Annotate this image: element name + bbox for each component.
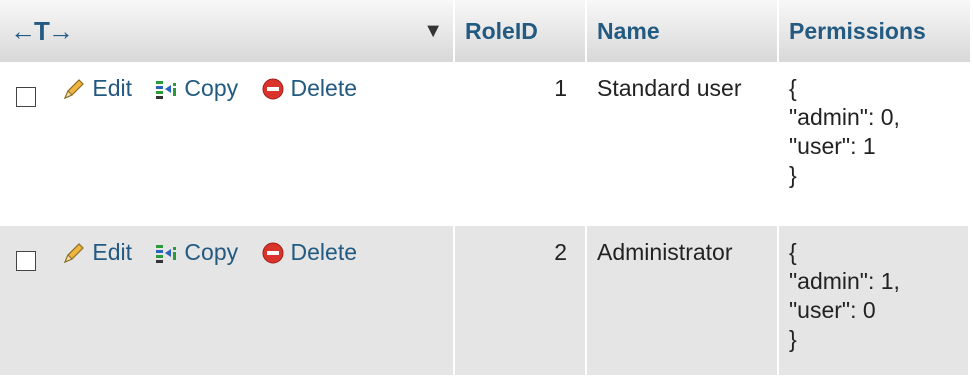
pencil-icon xyxy=(62,77,86,101)
permissions-line: { xyxy=(789,239,797,265)
column-header-permissions[interactable]: Permissions xyxy=(779,0,970,62)
results-table: ←T→ ▼ RoleID Name Permissions Edit Copy … xyxy=(0,0,970,375)
delete-label: Delete xyxy=(290,75,357,101)
permissions-line: "user": 0 xyxy=(789,297,876,323)
row-actions: Edit Copy Delete xyxy=(0,224,455,375)
table-row: Edit Copy Delete 2 Administrator {"admi… xyxy=(0,224,970,375)
permissions-line: } xyxy=(789,162,797,188)
name-cell[interactable]: Administrator xyxy=(587,224,779,375)
row-select-checkbox[interactable] xyxy=(16,86,36,107)
expand-columns-arrows[interactable]: ←T→ xyxy=(10,16,74,46)
edit-button[interactable]: Edit xyxy=(62,238,132,267)
delete-button[interactable]: Delete xyxy=(261,238,357,267)
copy-button[interactable]: Copy xyxy=(154,74,238,103)
permissions-line: "user": 1 xyxy=(789,133,876,159)
sort-options-icon[interactable]: ▼ xyxy=(423,20,443,43)
delete-label: Delete xyxy=(290,239,357,265)
permissions-line: { xyxy=(789,75,797,101)
copy-label: Copy xyxy=(184,75,239,101)
permissions-cell[interactable]: { "admin": 0, "user": 1 } xyxy=(779,62,970,224)
copy-insert-icon xyxy=(154,77,178,101)
edit-button[interactable]: Edit xyxy=(62,74,132,103)
edit-label: Edit xyxy=(92,239,133,265)
delete-icon xyxy=(261,241,285,265)
header-row: ←T→ ▼ RoleID Name Permissions xyxy=(0,0,970,62)
copy-button[interactable]: Copy xyxy=(154,238,238,267)
table-row: Edit Copy Delete 1 Standard user {"admi… xyxy=(0,62,970,224)
delete-icon xyxy=(261,77,285,101)
permissions-cell[interactable]: { "admin": 1, "user": 0 } xyxy=(779,224,970,375)
pencil-icon xyxy=(62,241,86,265)
row-select-checkbox[interactable] xyxy=(16,250,36,271)
permissions-line: "admin": 1, xyxy=(789,268,900,294)
edit-label: Edit xyxy=(92,75,133,101)
column-header-name[interactable]: Name xyxy=(587,0,779,62)
copy-label: Copy xyxy=(184,239,239,265)
column-header-roleid[interactable]: RoleID xyxy=(455,0,587,62)
roleid-cell[interactable]: 2 xyxy=(455,224,587,375)
roleid-cell[interactable]: 1 xyxy=(455,62,587,224)
row-actions: Edit Copy Delete xyxy=(0,62,455,224)
name-cell[interactable]: Standard user xyxy=(587,62,779,224)
delete-button[interactable]: Delete xyxy=(261,74,357,103)
permissions-line: } xyxy=(789,326,797,352)
permissions-line: "admin": 0, xyxy=(789,104,900,130)
copy-insert-icon xyxy=(154,241,178,265)
column-controls-header: ←T→ ▼ xyxy=(0,0,455,62)
